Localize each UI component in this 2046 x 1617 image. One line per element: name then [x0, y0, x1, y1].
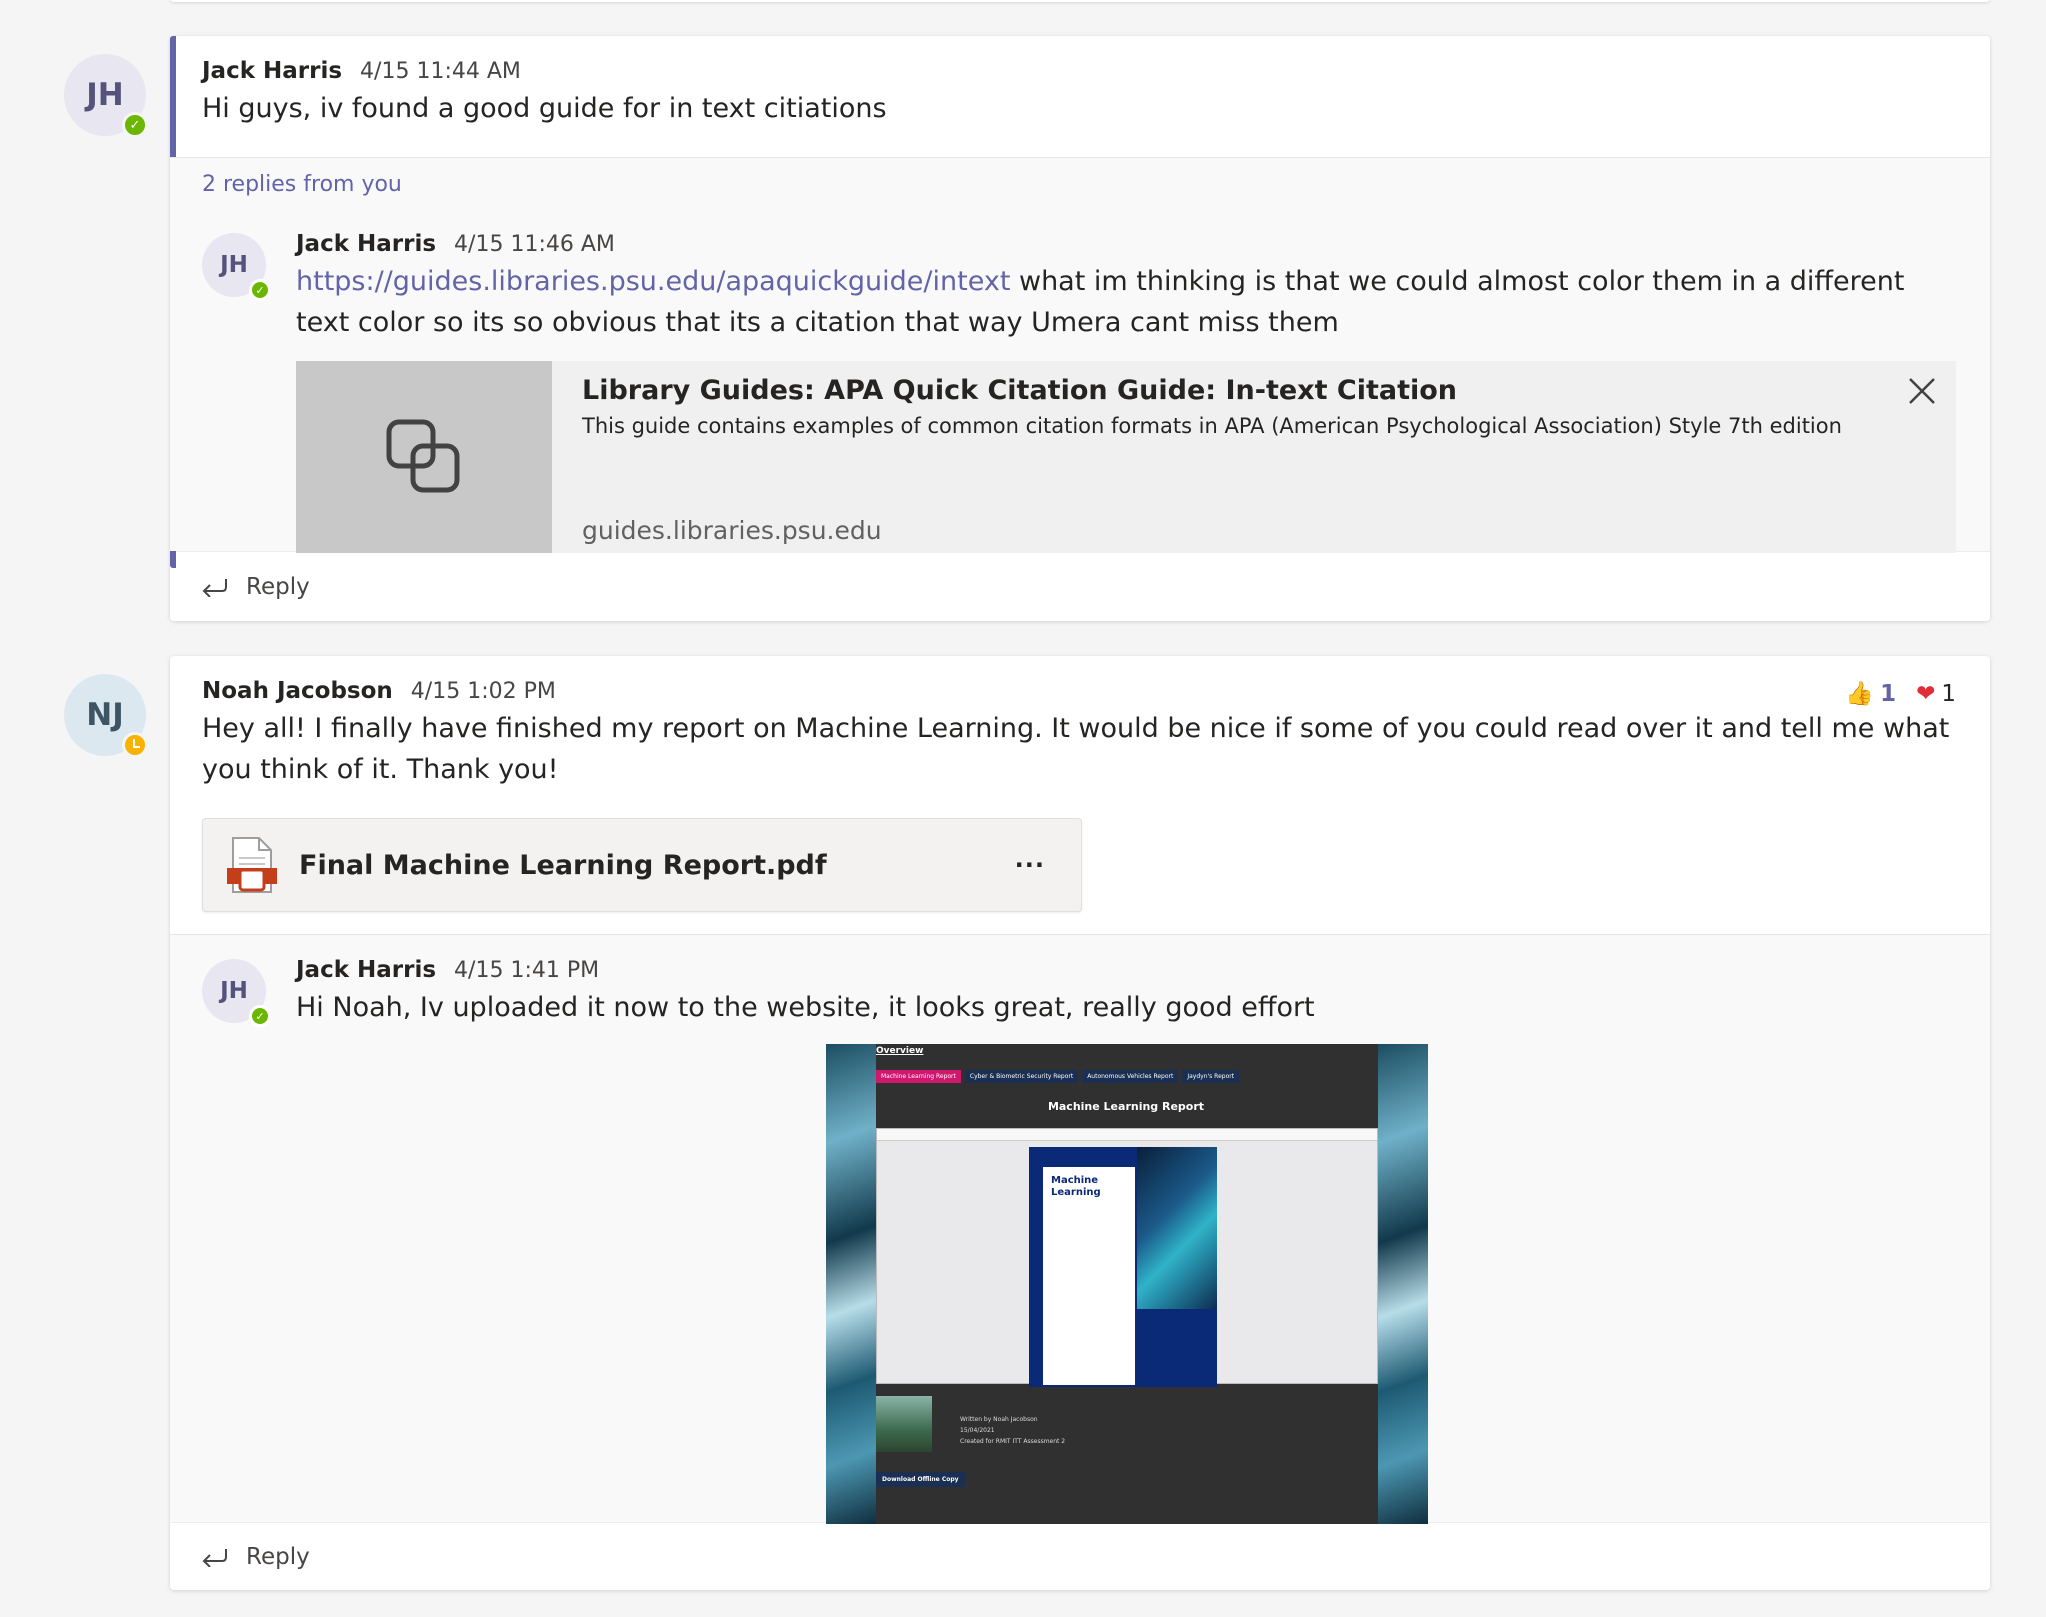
reply-arrow-icon	[202, 1548, 227, 1567]
message-text: Hi Noah, Iv uploaded it now to the websi…	[296, 992, 1315, 1023]
reply: JH ✓ Jack Harris 4/15 11:46 AM https://g…	[170, 219, 1990, 553]
screenshot-pdf-page: Machine Learning	[1029, 1147, 1217, 1387]
post-card: Noah Jacobson 4/15 1:02 PM Hey all! I fi…	[170, 656, 1990, 1590]
avatar[interactable]: JH ✓	[202, 959, 271, 1027]
previous-post-edge	[170, 0, 1990, 2]
avatar[interactable]: NJ	[64, 674, 148, 758]
thumbs-up-icon: 👍	[1845, 681, 1875, 707]
post: Jack Harris 4/15 11:44 AM Hi guys, iv fo…	[170, 36, 1990, 157]
author-name[interactable]: Jack Harris	[296, 231, 436, 257]
avatar-initials: NJ	[86, 697, 124, 733]
author-name[interactable]: Jack Harris	[296, 957, 436, 983]
preview-domain: guides.libraries.psu.edu	[582, 516, 882, 545]
replies-area: JH ✓ Jack Harris 4/15 1:41 PM Hi Noah, I…	[170, 934, 1990, 1524]
replies-area: 2 replies from you JH ✓ Jack Harris 4/15…	[170, 157, 1990, 553]
screenshot-cover-panel	[1043, 1167, 1135, 1385]
post: Noah Jacobson 4/15 1:02 PM Hey all! I fi…	[170, 656, 1990, 934]
message-text: Hey all! I finally have finished my repo…	[202, 713, 1950, 785]
guide-link[interactable]: https://guides.libraries.psu.edu/apaquic…	[296, 266, 1010, 297]
reply-label: Reply	[246, 1543, 310, 1570]
file-name: Final Machine Learning Report.pdf	[299, 849, 827, 881]
screenshot-pdf-toolbar	[877, 1129, 1377, 1141]
avatar-initials: JH	[220, 252, 248, 278]
avatar-initials: JH	[220, 978, 248, 1004]
timestamp: 4/15 1:41 PM	[454, 958, 600, 983]
preview-title[interactable]: Library Guides: APA Quick Citation Guide…	[582, 375, 1926, 406]
pdf-file-icon	[227, 837, 277, 893]
reply: JH ✓ Jack Harris 4/15 1:41 PM Hi Noah, I…	[170, 935, 1990, 1028]
reply-label: Reply	[246, 573, 310, 600]
more-options-icon[interactable]: ···	[1015, 851, 1045, 879]
file-attachment[interactable]: Final Machine Learning Report.pdf ···	[202, 818, 1082, 912]
reply-button[interactable]: Reply	[170, 1522, 1990, 1590]
heart-icon: ❤	[1916, 680, 1936, 707]
post-card: Jack Harris 4/15 11:44 AM Hi guys, iv fo…	[170, 36, 1990, 621]
website-screenshot-image[interactable]: Overview Machine Learning Report Cyber &…	[826, 1044, 1428, 1524]
available-status-icon: ✓	[249, 1005, 271, 1027]
reaction-heart[interactable]: ❤ 1	[1916, 680, 1956, 707]
timestamp: 4/15 11:44 AM	[360, 59, 521, 84]
screenshot-tab: Autonomous Vehicles Report	[1082, 1070, 1179, 1083]
timestamp: 4/15 1:02 PM	[410, 679, 556, 704]
close-icon[interactable]	[1906, 375, 1938, 407]
message-text: https://guides.libraries.psu.edu/apaquic…	[296, 261, 1956, 343]
screenshot-tab: Machine Learning Report	[876, 1070, 961, 1083]
reply-button[interactable]: Reply	[170, 551, 1990, 621]
reactions: 👍 1 ❤ 1	[1845, 680, 1956, 708]
author-name[interactable]: Noah Jacobson	[202, 678, 393, 704]
avatar[interactable]: JH ✓	[202, 233, 271, 301]
reply-arrow-icon	[202, 578, 227, 597]
avatar[interactable]: JH ✓	[64, 54, 148, 138]
reaction-count: 1	[1941, 680, 1956, 707]
replies-summary-link[interactable]: 2 replies from you	[170, 158, 1990, 197]
screenshot-author-info: Written by Noah Jacobson 15/04/2021 Crea…	[960, 1416, 1066, 1445]
screenshot-tab: Jaydyn's Report	[1182, 1070, 1240, 1083]
message-text: Hi guys, iv found a good guide for in te…	[202, 93, 887, 124]
screenshot-pdf-viewer: Machine Learning	[876, 1128, 1378, 1387]
screenshot-overview-link: Overview	[876, 1046, 924, 1056]
screenshot-tabs: Machine Learning Report Cyber & Biometri…	[876, 1070, 1240, 1083]
link-preview-card[interactable]: Library Guides: APA Quick Citation Guide…	[296, 361, 1956, 553]
screenshot-author-photo	[876, 1396, 932, 1452]
teams-channel: JH ✓ Jack Harris 4/15 11:44 AM Hi guys, …	[0, 0, 2046, 1617]
screenshot-cover-title: Machine Learning	[1051, 1175, 1101, 1198]
screenshot-background-art	[826, 1044, 876, 1524]
reaction-like[interactable]: 👍 1	[1845, 680, 1897, 708]
away-status-icon	[122, 732, 148, 758]
author-name[interactable]: Jack Harris	[202, 58, 342, 84]
timestamp: 4/15 11:46 AM	[454, 232, 615, 257]
link-copy-icon	[386, 419, 460, 493]
screenshot-title: Machine Learning Report	[1047, 1100, 1205, 1113]
avatar-initials: JH	[86, 77, 124, 113]
available-status-icon: ✓	[122, 112, 148, 138]
screenshot-download-button: Download Offline Copy	[876, 1472, 965, 1487]
available-status-icon: ✓	[249, 279, 271, 301]
screenshot-tab: Cyber & Biometric Security Report	[964, 1070, 1079, 1083]
preview-thumbnail	[296, 361, 552, 553]
reaction-count: 1	[1880, 680, 1897, 707]
screenshot-cover-art	[1137, 1147, 1217, 1309]
preview-description: This guide contains examples of common c…	[582, 414, 1842, 438]
